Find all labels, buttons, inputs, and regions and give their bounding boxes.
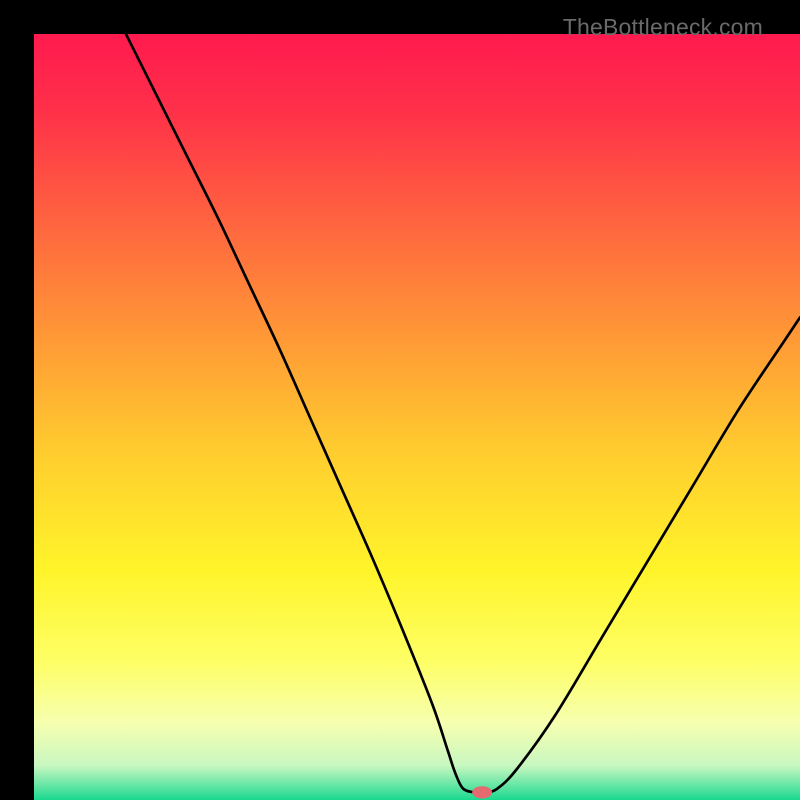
bottleneck-chart bbox=[34, 34, 800, 800]
gradient-background bbox=[34, 34, 800, 800]
watermark-text: TheBottleneck.com bbox=[563, 14, 763, 41]
optimum-marker bbox=[472, 786, 492, 798]
chart-frame: TheBottleneck.com bbox=[0, 0, 800, 800]
